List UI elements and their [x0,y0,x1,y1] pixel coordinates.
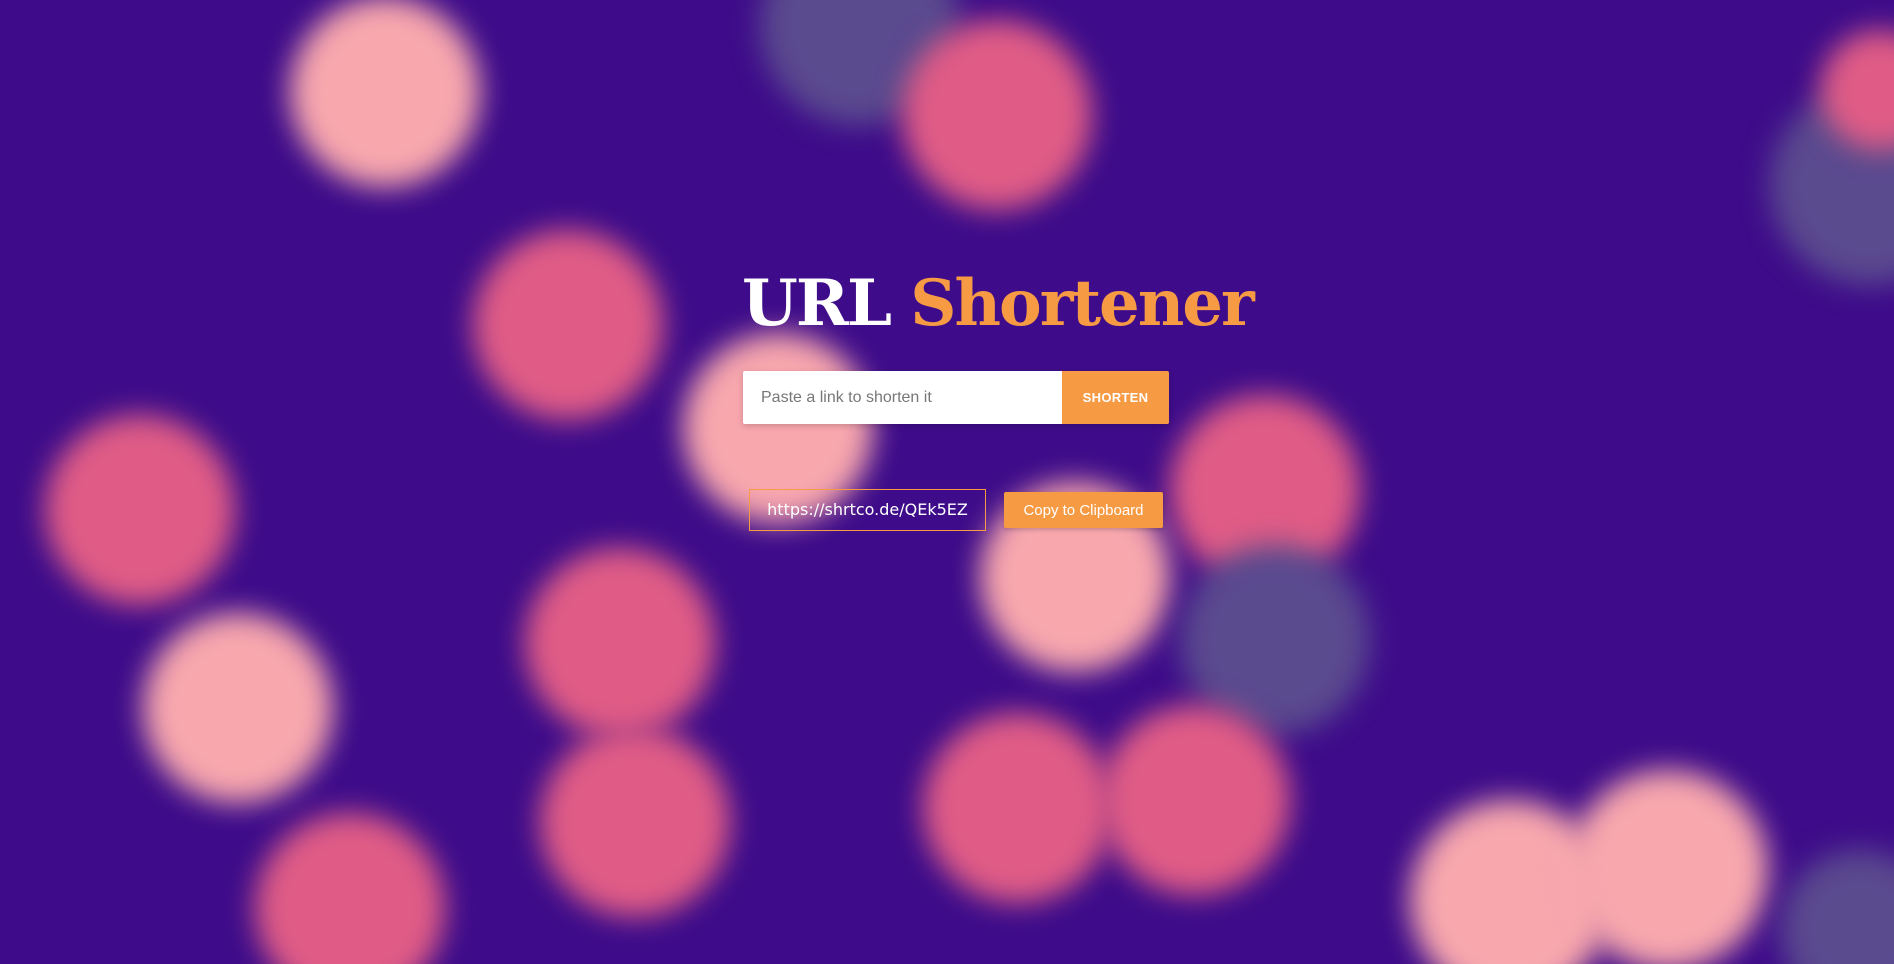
page-title: URL Shortener [742,262,1255,346]
shorten-form: SHORTEN [743,371,1169,424]
title-word-url: URL [742,266,892,341]
copy-to-clipboard-button[interactable]: Copy to Clipboard [1004,492,1163,528]
shorten-button[interactable]: SHORTEN [1062,371,1169,424]
app-container: URL Shortener SHORTEN https://shrtco.de/… [0,0,1894,964]
url-input[interactable] [743,371,1062,424]
title-word-shortener: Shortener [910,266,1254,341]
short-url-link[interactable]: https://shrtco.de/QEk5EZ [749,489,986,531]
